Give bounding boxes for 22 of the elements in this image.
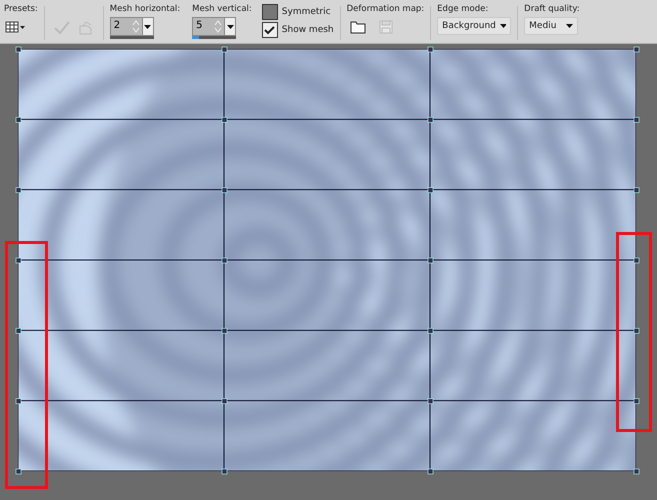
draft-quality-dropdown[interactable]: Mediu (524, 17, 578, 35)
mesh-vertical-label: Mesh vertical: (192, 4, 252, 14)
mesh-horizontal-label: Mesh horizontal: (110, 4, 180, 14)
checkbox[interactable] (262, 4, 278, 20)
caret-icon (566, 24, 574, 28)
checkbox-label: Symmetric (282, 7, 331, 17)
deformation-map-label: Deformation map: (346, 4, 424, 14)
edge-mode-dropdown[interactable]: Background (437, 17, 512, 35)
presets-label: Presets: (4, 4, 38, 14)
caret-icon (144, 24, 152, 28)
caret-icon (500, 24, 506, 28)
stepper-icon (132, 19, 140, 34)
edge-mode-label: Edge mode: (437, 4, 490, 14)
draft-quality-label: Draft quality: (524, 4, 580, 14)
number-field[interactable]: 2 (110, 17, 154, 36)
number-field[interactable]: 5 (192, 17, 236, 36)
caret-icon (226, 24, 234, 28)
checkbox[interactable] (262, 22, 278, 38)
checkbox-label: Show mesh (282, 25, 334, 35)
slider-track[interactable] (192, 36, 236, 39)
stepper-icon (214, 19, 222, 34)
slider-track[interactable] (110, 36, 154, 39)
